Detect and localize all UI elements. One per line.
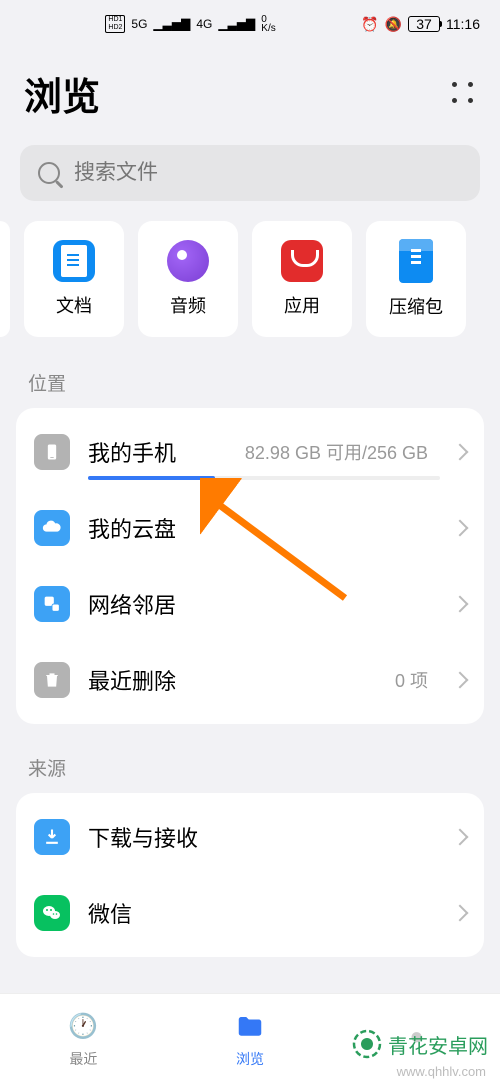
signal-bars-icon: ▁▃▅▇	[153, 17, 190, 31]
folder-icon	[232, 1009, 268, 1045]
watermark: 青花安卓网	[352, 1029, 488, 1059]
sim-badge: HD1 HD2	[105, 15, 125, 33]
search-input[interactable]	[74, 161, 462, 185]
row-my-phone[interactable]: 我的手机 82.98 GB 可用/256 GB	[16, 414, 484, 490]
network-4g: 4G	[196, 17, 212, 31]
category-row: 文档 音频 应用 压缩包	[0, 201, 500, 357]
search-icon	[38, 162, 60, 184]
chevron-right-icon	[452, 444, 469, 461]
signal-bars-icon: ▁▃▅▇	[218, 17, 255, 31]
more-menu-button[interactable]	[452, 82, 476, 106]
status-bar: HD1 HD2 5G ▁▃▅▇ 4G ▁▃▅▇ 0 K/s ⏰ 🔕 37 11:…	[0, 0, 500, 48]
alarm-icon: ⏰	[361, 16, 378, 33]
row-wechat[interactable]: 微信	[16, 875, 484, 951]
category-label: 文档	[56, 292, 92, 318]
row-label: 网络邻居	[88, 588, 428, 620]
category-label: 应用	[284, 292, 320, 318]
row-label: 我的云盘	[88, 512, 428, 544]
app-icon	[281, 240, 323, 282]
clock-time: 11:16	[446, 16, 480, 32]
chevron-right-icon	[452, 596, 469, 613]
row-label: 最近删除	[88, 664, 377, 696]
chevron-right-icon	[452, 672, 469, 689]
clock-icon: 🕐	[65, 1009, 101, 1045]
network-5g: 5G	[131, 17, 147, 31]
row-label: 微信	[88, 897, 428, 929]
page-title: 浏览	[24, 66, 100, 121]
battery-icon: 37	[408, 16, 440, 32]
watermark-url: www.qhhlv.com	[397, 1064, 486, 1079]
row-label: 我的手机	[88, 436, 227, 468]
source-card: 下载与接收 微信	[16, 793, 484, 957]
cloud-icon	[34, 510, 70, 546]
category-app[interactable]: 应用	[252, 221, 352, 337]
nav-label: 浏览	[236, 1049, 264, 1069]
row-network[interactable]: 网络邻居	[16, 566, 484, 642]
row-label: 下载与接收	[88, 821, 428, 853]
chevron-right-icon	[452, 829, 469, 846]
storage-bar	[88, 476, 440, 480]
download-icon	[34, 819, 70, 855]
row-downloads[interactable]: 下载与接收	[16, 799, 484, 875]
category-doc[interactable]: 文档	[24, 221, 124, 337]
section-title-source: 来源	[0, 742, 500, 793]
category-audio[interactable]: 音频	[138, 221, 238, 337]
row-detail: 82.98 GB 可用/256 GB	[245, 439, 428, 465]
section-title-location: 位置	[0, 357, 500, 408]
trash-icon	[34, 662, 70, 698]
nav-browse[interactable]: 浏览	[167, 994, 334, 1083]
category-label: 压缩包	[389, 293, 443, 319]
chevron-right-icon	[452, 905, 469, 922]
location-card: 我的手机 82.98 GB 可用/256 GB 我的云盘 网络邻居 最近删除 0…	[16, 408, 484, 724]
network-icon	[34, 586, 70, 622]
row-trash[interactable]: 最近删除 0 项	[16, 642, 484, 718]
audio-icon	[167, 240, 209, 282]
mute-icon: 🔕	[385, 16, 402, 33]
category-peek-left[interactable]	[0, 221, 10, 337]
category-zip[interactable]: 压缩包	[366, 221, 466, 337]
nav-label: 最近	[69, 1049, 97, 1069]
document-icon	[53, 240, 95, 282]
search-bar[interactable]	[20, 145, 480, 201]
wechat-icon	[34, 895, 70, 931]
row-detail: 0 项	[395, 667, 428, 693]
phone-icon	[34, 434, 70, 470]
category-label: 音频	[170, 292, 206, 318]
watermark-logo-icon	[352, 1029, 382, 1059]
page-header: 浏览	[0, 48, 500, 145]
row-my-cloud[interactable]: 我的云盘	[16, 490, 484, 566]
chevron-right-icon	[452, 520, 469, 537]
nav-recent[interactable]: 🕐 最近	[0, 994, 167, 1083]
archive-icon	[399, 239, 433, 283]
